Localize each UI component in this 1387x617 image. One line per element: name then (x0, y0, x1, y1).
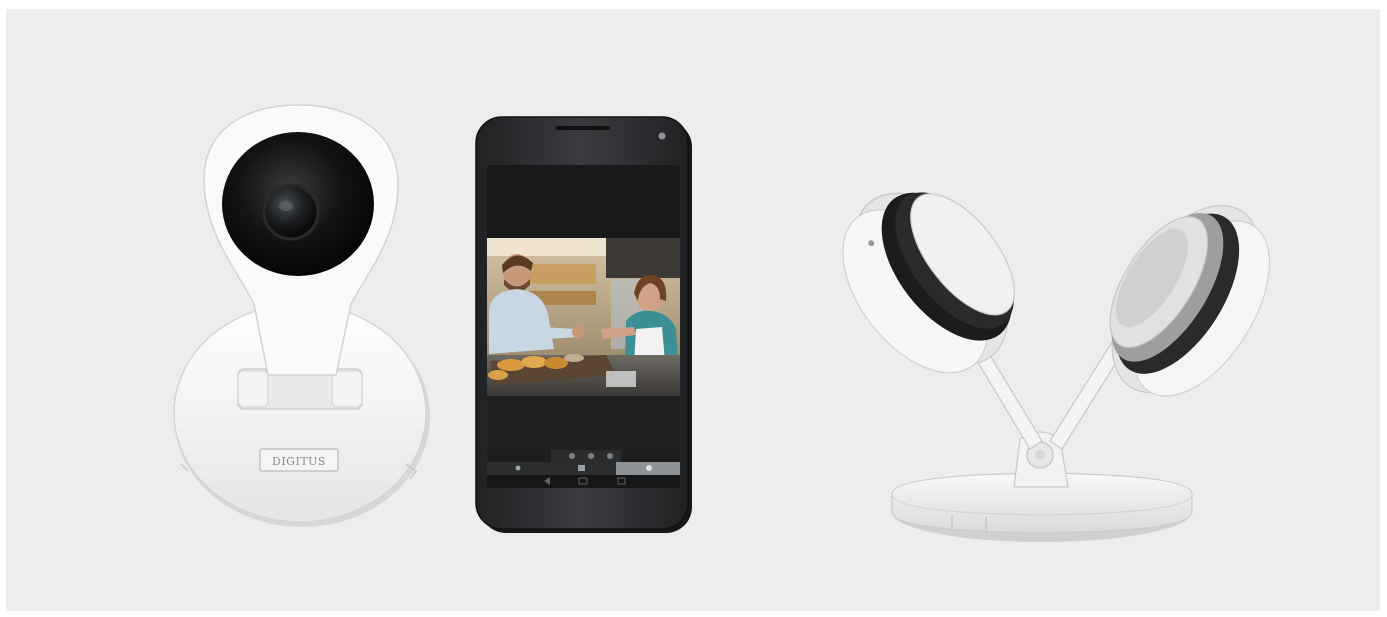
left-camera-head (842, 192, 1015, 374)
left-arm (975, 351, 1043, 450)
phone-front-camera (658, 132, 666, 140)
camera-front: DIGITUS (173, 104, 430, 527)
phone-speaker (556, 126, 610, 130)
camera-pair-angled (842, 192, 1270, 542)
record-icon[interactable] (569, 453, 575, 459)
snapshot-icon[interactable] (588, 453, 594, 459)
nav-bar (487, 475, 680, 488)
grid-icon[interactable] (578, 465, 585, 471)
video-feed (487, 238, 680, 396)
scene-svg: DIGITUS (173, 104, 1270, 542)
brand-label: DIGITUS (272, 455, 326, 468)
right-camera-head (1109, 205, 1270, 397)
audio-icon[interactable] (607, 453, 613, 459)
settings-icon[interactable] (646, 465, 652, 471)
playback-controls[interactable] (551, 450, 621, 462)
camera-lens (262, 183, 320, 241)
play-icon[interactable] (515, 465, 521, 471)
product-photo: DIGITUS (6, 9, 1380, 611)
smartphone (475, 116, 692, 533)
